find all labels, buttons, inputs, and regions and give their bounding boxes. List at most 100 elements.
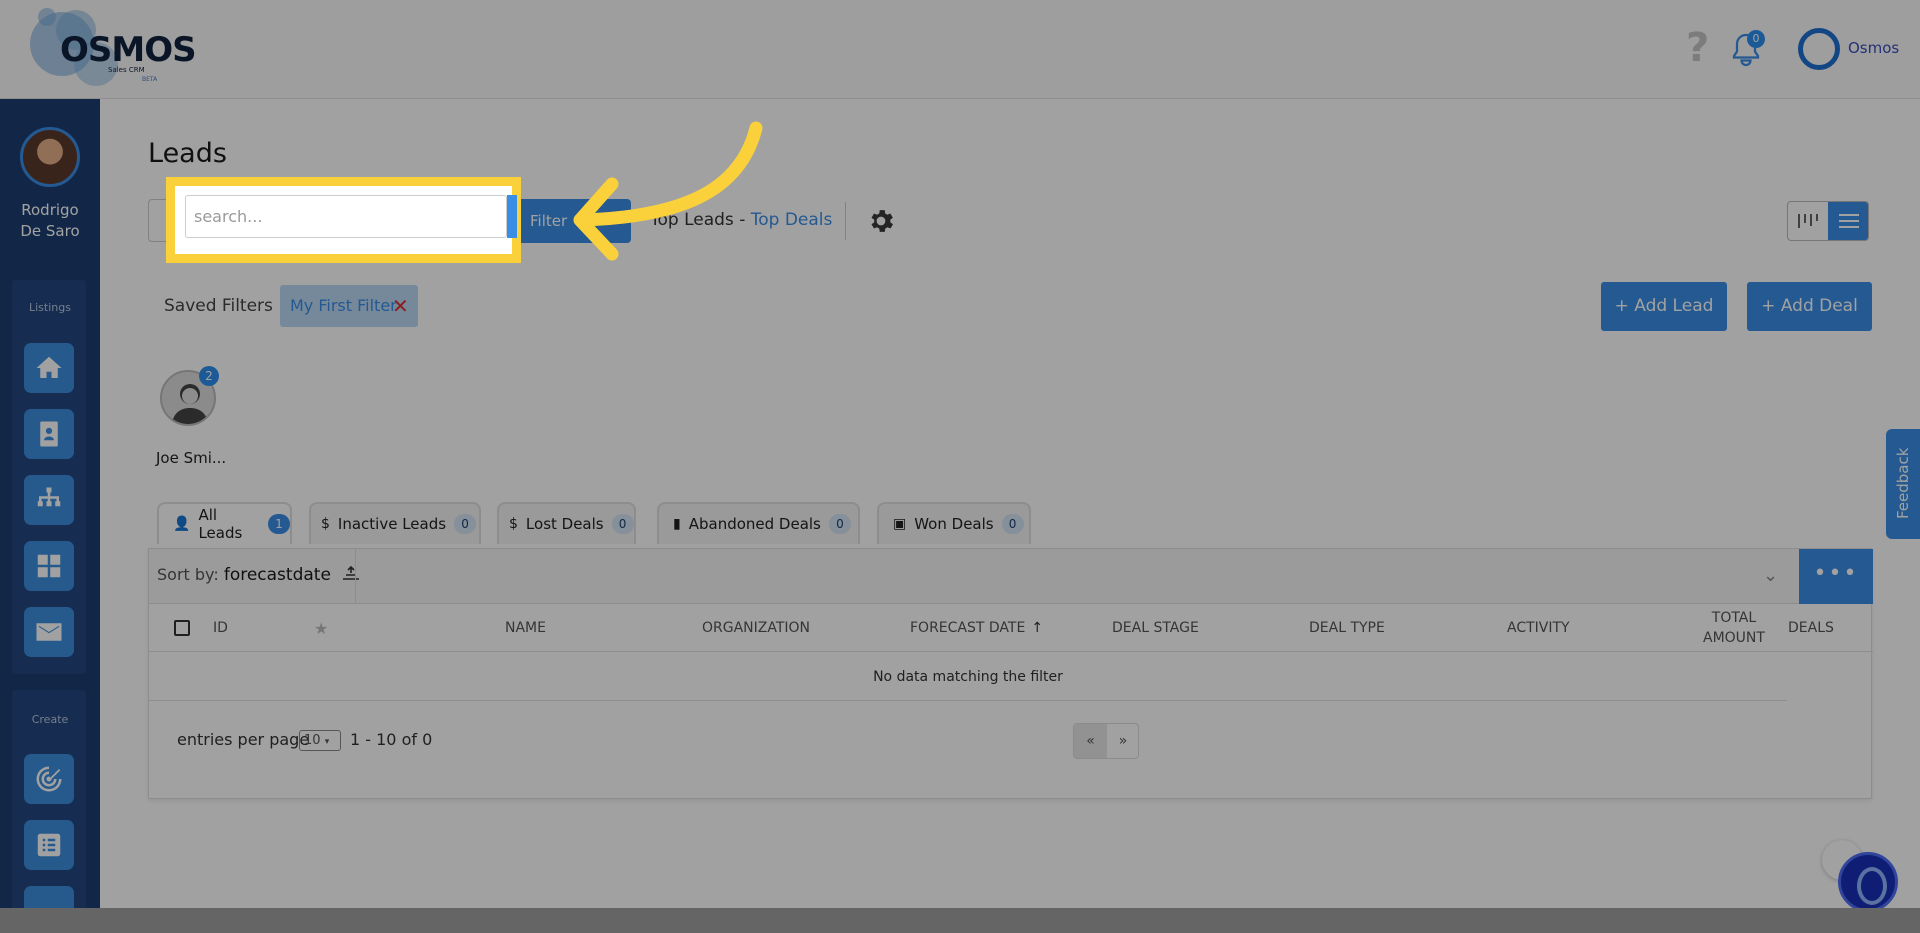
sort-prefix: Sort by: bbox=[157, 565, 219, 584]
home-icon bbox=[36, 356, 62, 378]
dollar-icon: $ bbox=[321, 516, 330, 532]
kanban-view-button[interactable] bbox=[1788, 202, 1828, 240]
table-header: ID ★ NAME ORGANIZATION FORECAST DATE ↑ D… bbox=[149, 604, 1873, 652]
sidebar-create-task-button[interactable] bbox=[24, 820, 74, 870]
remove-filter-icon[interactable]: ✕ bbox=[392, 296, 409, 316]
sort-ascending-icon[interactable] bbox=[342, 565, 360, 580]
dollar-icon: $ bbox=[509, 516, 518, 532]
sidebar-contacts-button[interactable] bbox=[24, 409, 74, 459]
more-options-button[interactable]: ••• bbox=[1799, 549, 1873, 604]
kanban-icon bbox=[1798, 214, 1818, 228]
page-size-select[interactable]: 10 ▾ bbox=[299, 730, 341, 751]
tab-abandoned-deals[interactable]: ▮ Abandoned Deals 0 bbox=[657, 502, 860, 544]
question-mark-icon[interactable]: ? bbox=[1686, 28, 1709, 68]
column-id[interactable]: ID bbox=[213, 604, 228, 652]
pagination: « » bbox=[1073, 723, 1139, 759]
user-avatar[interactable] bbox=[1798, 28, 1840, 70]
feedback-tab[interactable]: Feedback bbox=[1886, 429, 1920, 539]
top-header: OSMOS Sales CRM BETA ? 0 Osmos bbox=[0, 0, 1920, 99]
list-icon bbox=[1839, 214, 1859, 228]
profile-name[interactable]: Rodrigo De Saro bbox=[0, 200, 100, 242]
column-deal-type[interactable]: DEAL TYPE bbox=[1309, 604, 1385, 652]
sort-bar: Sort by: forecastdate ⌄ ••• bbox=[149, 549, 1873, 604]
user-menu-name[interactable]: Osmos bbox=[1848, 39, 1899, 57]
tab-all-leads[interactable]: 👤 All Leads 1 bbox=[157, 502, 292, 544]
checklist-icon bbox=[37, 833, 61, 857]
create-title: Create bbox=[31, 713, 69, 726]
saved-filters-label: Saved Filters : bbox=[164, 296, 285, 316]
app-window: OSMOS Sales CRM BETA ? 0 Osmos Rodrigo D… bbox=[0, 0, 1920, 908]
chat-widget-button[interactable] bbox=[1838, 852, 1898, 908]
envelope-icon bbox=[36, 623, 62, 641]
profile-avatar[interactable] bbox=[20, 127, 80, 187]
sort-control[interactable]: Sort by: forecastdate bbox=[157, 565, 360, 585]
notification-badge: 0 bbox=[1747, 30, 1765, 48]
chevron-down-icon[interactable]: ⌄ bbox=[1763, 565, 1778, 586]
search-input-edge bbox=[507, 195, 517, 238]
sort-field: forecastdate bbox=[223, 565, 331, 585]
previous-page-button[interactable]: « bbox=[1074, 724, 1107, 758]
sidebar-mail-button[interactable] bbox=[24, 607, 74, 657]
column-organization[interactable]: ORGANIZATION bbox=[702, 604, 810, 652]
sidebar-organizations-button[interactable] bbox=[24, 475, 74, 525]
saved-filter-label: My First Filter bbox=[290, 296, 397, 315]
add-lead-button[interactable]: + Add Lead bbox=[1601, 282, 1727, 331]
card-icon: ▣ bbox=[893, 516, 907, 532]
user-icon: 👤 bbox=[173, 516, 191, 532]
column-deal-stage[interactable]: DEAL STAGE bbox=[1112, 604, 1199, 652]
add-deal-button[interactable]: + Add Deal bbox=[1747, 282, 1872, 331]
tab-label: Inactive Leads bbox=[337, 515, 447, 533]
logo-text: OSMOS bbox=[60, 30, 197, 70]
saved-filter-chip[interactable]: My First Filter ✕ bbox=[280, 285, 418, 327]
tab-count-badge: 0 bbox=[454, 514, 477, 534]
sidebar-dashboard-button[interactable] bbox=[24, 541, 74, 591]
column-forecast-date-label: FORECAST DATE bbox=[910, 620, 1026, 636]
listings-title: Listings bbox=[29, 301, 71, 314]
sidebar: Rodrigo De Saro Listings Create bbox=[0, 99, 100, 908]
sidebar-create-more-button[interactable] bbox=[24, 886, 74, 908]
pointer-arrow-shaft bbox=[575, 121, 763, 227]
column-forecast-date[interactable]: FORECAST DATE ↑ bbox=[910, 604, 1043, 652]
view-toggle bbox=[1787, 201, 1869, 241]
osmos-logo[interactable]: OSMOS Sales CRM BETA bbox=[24, 8, 197, 90]
select-all-checkbox[interactable] bbox=[174, 620, 190, 636]
tab-inactive-leads[interactable]: $ Inactive Leads 0 bbox=[309, 502, 481, 544]
star-icon[interactable]: ★ bbox=[314, 604, 328, 652]
contact-card-icon bbox=[40, 421, 58, 447]
gear-icon[interactable] bbox=[866, 206, 896, 236]
pointer-arrow bbox=[573, 121, 763, 261]
sidebar-create-target-button[interactable] bbox=[24, 754, 74, 804]
profile-first-name: Rodrigo bbox=[21, 201, 79, 219]
column-deals[interactable]: DEALS bbox=[1788, 604, 1834, 652]
person-count-badge: 2 bbox=[199, 366, 219, 386]
tab-count-badge: 0 bbox=[611, 514, 634, 534]
bottom-band bbox=[0, 908, 1920, 933]
sidebar-home-button[interactable] bbox=[24, 343, 74, 393]
tab-label: Lost Deals bbox=[525, 515, 604, 533]
next-page-button[interactable]: » bbox=[1107, 724, 1138, 758]
person-name[interactable]: Joe Smi... bbox=[156, 449, 226, 467]
logo-beta: BETA bbox=[142, 76, 158, 83]
column-total-amount-line2: AMOUNT bbox=[1703, 630, 1765, 646]
tab-count-badge: 0 bbox=[828, 514, 851, 534]
page-range: 1 - 10 of 0 bbox=[350, 730, 433, 749]
column-total-amount[interactable]: TOTAL AMOUNT bbox=[1703, 604, 1765, 652]
tab-won-deals[interactable]: ▣ Won Deals 0 bbox=[877, 502, 1031, 544]
empty-message: No data matching the filter bbox=[149, 653, 1787, 701]
tab-lost-deals[interactable]: $ Lost Deals 0 bbox=[497, 502, 636, 544]
entries-per-page-label: entries per page bbox=[177, 730, 310, 749]
tab-count-badge: 1 bbox=[268, 514, 290, 534]
tab-label: All Leads bbox=[198, 506, 243, 542]
column-name[interactable]: NAME bbox=[505, 604, 546, 652]
logo-subtitle: Sales CRM bbox=[108, 66, 145, 74]
target-icon bbox=[36, 766, 62, 792]
chevron-down-icon: ▾ bbox=[324, 737, 330, 747]
column-activity[interactable]: ACTIVITY bbox=[1507, 604, 1570, 652]
grid-icon bbox=[37, 554, 61, 578]
org-chart-icon bbox=[37, 487, 61, 507]
leads-table: Sort by: forecastdate ⌄ ••• ID ★ NAME OR… bbox=[148, 548, 1873, 799]
list-view-button[interactable] bbox=[1828, 202, 1868, 240]
column-total-amount-line1: TOTAL bbox=[1711, 610, 1757, 626]
search-input[interactable] bbox=[185, 195, 507, 238]
clipboard-icon: ▮ bbox=[673, 516, 681, 532]
